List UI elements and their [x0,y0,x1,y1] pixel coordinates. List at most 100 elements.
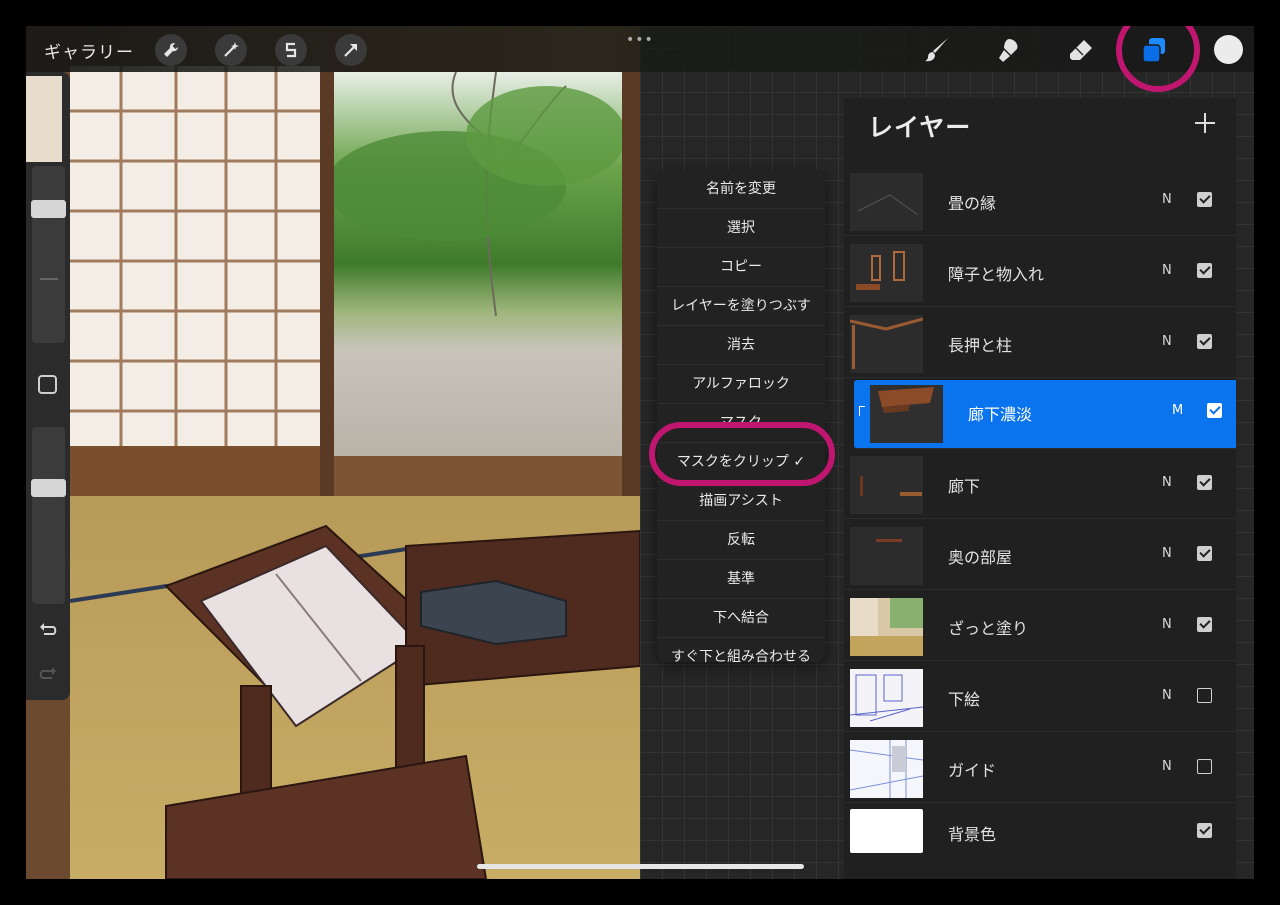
layer-row[interactable]: 下絵 N [844,665,1236,732]
visibility-checkbox[interactable] [1197,475,1212,490]
blend-mode[interactable]: N [1162,192,1172,207]
undo-button[interactable] [37,618,59,640]
layer-thumbnail [850,740,923,798]
layer-name: 畳の縁 [948,194,997,213]
brush-size-slider[interactable] [31,166,66,343]
layer-row[interactable]: ざっと塗り N [844,594,1236,661]
blend-mode[interactable]: N [1162,334,1172,349]
adjustments-button[interactable] [215,34,247,66]
layer-row[interactable]: ガイド N [844,736,1236,803]
layer-thumbnail [850,809,923,853]
menu-item-clear[interactable]: 消去 [657,326,825,365]
layers-panel: レイヤー 畳の縁 N 障子と物入れ N 長押と柱 N 廊下濃淡 M 廊下 N 奥… [844,98,1236,879]
magic-wand-icon [224,42,239,57]
visibility-checkbox[interactable] [1197,334,1212,349]
layer-thumbnail [850,527,923,585]
menu-pointer-arrow [823,406,833,426]
blend-mode[interactable]: N [1162,759,1172,774]
layer-row[interactable]: 廊下 N [844,452,1236,519]
visibility-checkbox[interactable] [1197,759,1212,774]
layer-list[interactable]: 畳の縁 N 障子と物入れ N 長押と柱 N 廊下濃淡 M 廊下 N 奥の部屋 N… [844,166,1236,879]
procreate-screen: ギャラリー ••• 名前を変更 選択 コピー レイヤーを塗りつぶす 消去 アルフ… [26,26,1254,879]
visibility-checkbox[interactable] [1197,688,1212,703]
layer-thumbnail [850,315,923,373]
artwork-illustration [26,26,640,879]
layer-thumbnail [850,669,923,727]
layer-thumbnail [850,598,923,656]
selection-s-icon [285,42,297,58]
home-indicator[interactable] [477,864,804,869]
blend-mode[interactable]: N [1162,263,1172,278]
eraser-icon [1070,40,1092,60]
transform-button[interactable] [335,34,367,66]
layer-row-selected[interactable]: 廊下濃淡 M [854,380,1236,449]
visibility-checkbox[interactable] [1207,403,1222,418]
layer-row[interactable]: 奥の部屋 N [844,523,1236,590]
color-picker-swatch[interactable] [1214,35,1243,64]
opacity-handle[interactable] [31,479,66,497]
top-toolbar: ギャラリー ••• [26,26,1254,72]
eraser-tool-button[interactable] [1066,35,1096,65]
layer-row[interactable]: 長押と柱 N [844,311,1236,378]
visibility-checkbox[interactable] [1197,546,1212,561]
brush-tool-button[interactable] [922,35,952,65]
layer-options-menu: 名前を変更 選択 コピー レイヤーを塗りつぶす 消去 アルファロック マスク マ… [657,170,825,665]
plus-icon [1195,113,1215,133]
arrow-cursor-icon [344,44,357,57]
redo-button[interactable] [37,662,59,684]
menu-item-fill-layer[interactable]: レイヤーを塗りつぶす [657,287,825,326]
menu-item-reference[interactable]: 基準 [657,560,825,599]
canvas-artwork[interactable] [26,26,640,879]
visibility-checkbox[interactable] [1197,192,1212,207]
left-sidebar [26,72,70,700]
brush-size-handle[interactable] [31,200,66,218]
menu-item-clipping-mask[interactable]: マスクをクリップ ✓ [657,443,825,482]
layer-name: 廊下濃淡 [968,405,1033,424]
layer-name: 下絵 [948,690,981,709]
undo-icon [40,623,57,635]
menu-item-invert[interactable]: 反転 [657,521,825,560]
gallery-button[interactable]: ギャラリー [44,38,134,63]
layer-name: ざっと塗り [948,619,1029,638]
add-layer-button[interactable] [1190,108,1220,138]
layer-name: 奥の部屋 [948,548,1013,567]
layers-button[interactable] [1139,35,1169,65]
sidebar-reference-thumb [26,76,62,162]
menu-item-combine-down[interactable]: すぐ下と組み合わせる [657,638,825,676]
layers-icon [1142,38,1165,63]
blend-mode[interactable]: N [1162,475,1172,490]
visibility-checkbox[interactable] [1197,263,1212,278]
redo-icon [39,667,56,679]
menu-item-copy[interactable]: コピー [657,248,825,287]
modify-button[interactable] [38,375,57,394]
more-menu-dots[interactable]: ••• [626,32,654,48]
smudge-icon [999,39,1018,62]
slider-midmark [40,278,58,280]
layer-name: 背景色 [948,825,997,844]
layer-name: ガイド [948,761,997,780]
layer-row[interactable]: 畳の縁 N [844,169,1236,236]
menu-item-drawing-assist[interactable]: 描画アシスト [657,482,825,521]
layer-row[interactable]: 障子と物入れ N [844,240,1236,307]
visibility-checkbox[interactable] [1197,617,1212,632]
layer-row-background[interactable]: 背景色 [844,807,1236,873]
blend-mode[interactable]: N [1162,688,1172,703]
blend-mode[interactable]: M [1172,403,1183,418]
smudge-tool-button[interactable] [994,35,1024,65]
layer-thumbnail [850,456,923,514]
layer-thumbnail [870,385,943,443]
visibility-checkbox[interactable] [1197,823,1212,838]
menu-item-merge-down[interactable]: 下へ結合 [657,599,825,638]
selection-button[interactable] [275,34,307,66]
menu-item-mask[interactable]: マスク [657,404,825,443]
layer-thumbnail [850,173,923,231]
layer-thumbnail [850,244,923,302]
menu-item-rename[interactable]: 名前を変更 [657,170,825,209]
opacity-slider[interactable] [31,427,66,604]
actions-button[interactable] [155,34,187,66]
menu-item-alpha-lock[interactable]: アルファロック [657,365,825,404]
blend-mode[interactable]: N [1162,546,1172,561]
layers-panel-title: レイヤー [868,113,972,142]
blend-mode[interactable]: N [1162,617,1172,632]
menu-item-select[interactable]: 選択 [657,209,825,248]
